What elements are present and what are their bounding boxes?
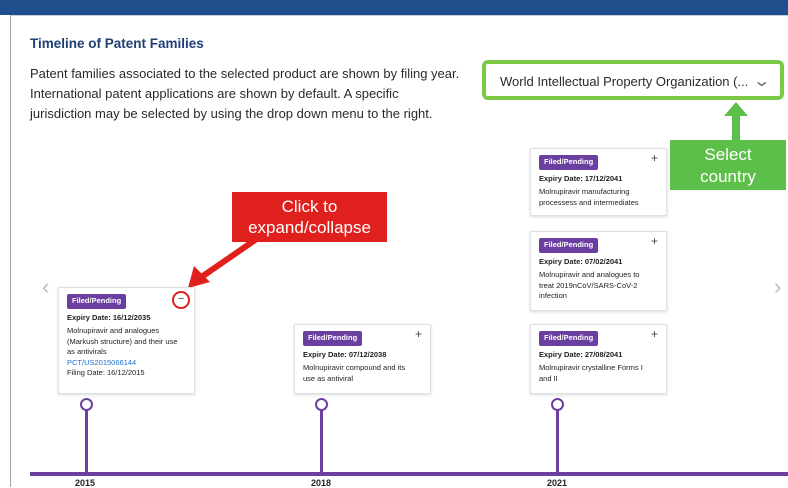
description: Patent families associated to the select…: [30, 64, 470, 124]
patent-link[interactable]: PCT/US2015066144: [67, 358, 186, 369]
chevron-down-icon: ⌄: [751, 73, 771, 90]
status-badge: Filed/Pending: [539, 331, 599, 346]
status-badge: Filed/Pending: [539, 238, 599, 253]
card-title-line: Molnupiravir and analogues to: [539, 270, 640, 279]
expand-button[interactable]: +: [651, 235, 658, 246]
expand-button[interactable]: +: [651, 328, 658, 339]
top-bar: [0, 0, 788, 15]
callout-line: Select: [704, 145, 752, 164]
year-label-2021: 2021: [547, 478, 568, 488]
year-label-2018: 2018: [311, 478, 332, 488]
expand-button[interactable]: +: [651, 152, 658, 163]
card-title-line: Molnupiravir manufacturing: [539, 187, 630, 196]
card-title-line: and II: [539, 373, 558, 383]
arrow-down-left-icon: [188, 235, 260, 288]
filing-date: Filing Date: 16/12/2015: [67, 368, 145, 377]
expiry-date: Expiry Date: 07/12/2038: [303, 349, 387, 359]
timeline-axis: [30, 472, 788, 476]
expiry-date: Expiry Date: 16/12/2035: [67, 312, 151, 322]
card-title-line: processess and intermediates: [539, 197, 639, 207]
expiry-date: Expiry Date: 07/02/2041: [539, 256, 623, 266]
card-title-line: as antivirals: [67, 347, 107, 356]
section-title: Timeline of Patent Families: [30, 36, 204, 51]
year-label-2015: 2015: [75, 478, 96, 488]
arrow-up-icon: [724, 102, 748, 142]
card-title-line: infection: [539, 291, 567, 300]
jurisdiction-select[interactable]: World Intellectual Property Organization…: [482, 60, 784, 100]
timeline-stem: [320, 410, 323, 472]
card-title-line: treat 2019nCoV/SARS-CoV-2: [539, 280, 638, 290]
description-line: International patent applications are sh…: [30, 86, 399, 101]
timeline-stem: [85, 410, 88, 472]
card-title-line: Molnupiravir crystalline Forms I: [539, 363, 643, 372]
patent-card-2021-c: Filed/Pending + Expiry Date: 27/08/2041 …: [530, 324, 667, 394]
select-country-callout: Select country: [670, 140, 786, 190]
card-title-line: (Markush structure) and their use: [67, 336, 178, 346]
expand-button[interactable]: +: [415, 328, 422, 339]
card-title-line: Molnupiravir compound and its: [303, 363, 406, 372]
next-arrow-icon[interactable]: ›: [774, 274, 781, 300]
timeline-stem: [556, 410, 559, 472]
expiry-date: Expiry Date: 17/12/2041: [539, 173, 623, 183]
patent-card-2015: Filed/Pending − Expiry Date: 16/12/2035 …: [58, 287, 195, 394]
prev-arrow-icon[interactable]: ‹: [42, 274, 49, 300]
description-line: jurisdiction may be selected by using th…: [30, 106, 433, 121]
card-title-line: Molnupiravir and analogues: [67, 326, 160, 335]
patent-card-2018: Filed/Pending + Expiry Date: 07/12/2038 …: [294, 324, 431, 394]
status-badge: Filed/Pending: [303, 331, 363, 346]
callout-line: country: [700, 167, 756, 186]
patent-card-2021-b: Filed/Pending + Expiry Date: 07/02/2041 …: [530, 231, 667, 311]
card-title-line: use as antiviral: [303, 373, 354, 383]
collapse-button[interactable]: −: [172, 291, 190, 309]
expiry-date: Expiry Date: 27/08/2041: [539, 349, 623, 359]
status-badge: Filed/Pending: [539, 155, 599, 170]
status-badge: Filed/Pending: [67, 294, 127, 309]
callout-line: Click to: [281, 197, 338, 216]
jurisdiction-select-value: World Intellectual Property Organization…: [500, 74, 749, 89]
patent-card-2021-a: Filed/Pending + Expiry Date: 17/12/2041 …: [530, 148, 667, 216]
description-line: Patent families associated to the select…: [30, 66, 460, 81]
